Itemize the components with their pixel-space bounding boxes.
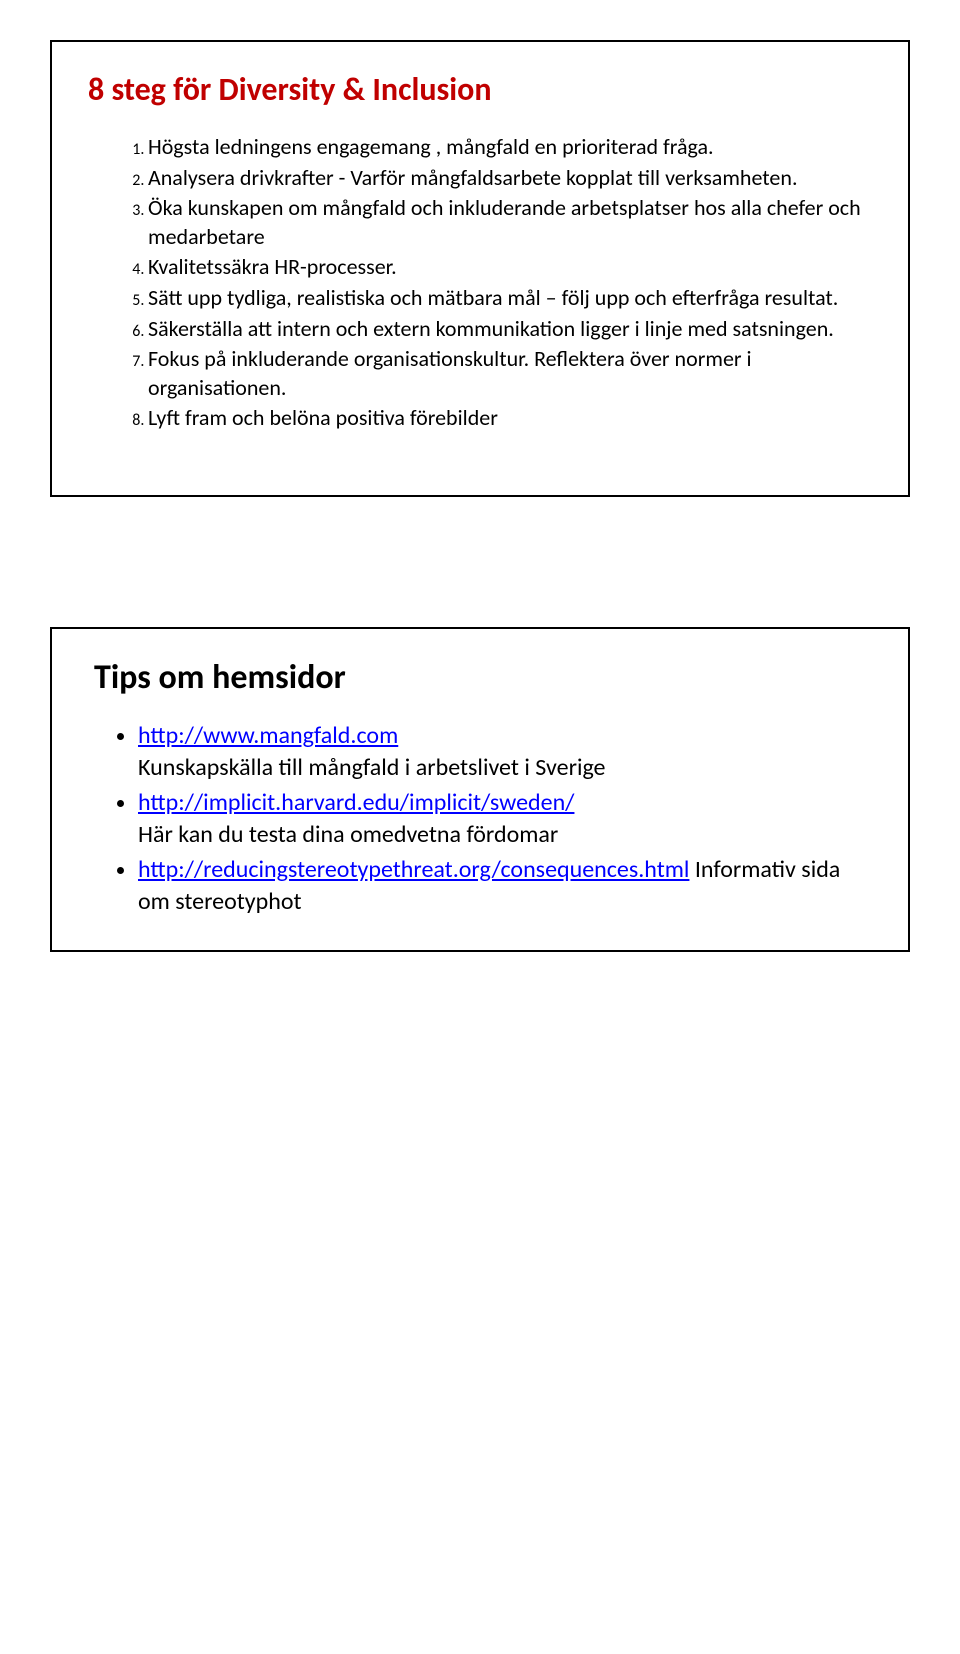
list-item-text: Sätt upp tydliga, realistiska och mätbar… [148,284,838,311]
list-item: http://implicit.harvard.edu/implicit/swe… [138,787,872,852]
list-item: http://reducingstereotypethreat.org/cons… [138,854,872,919]
list-item: Analysera drivkrafter - Varför mångfalds… [148,164,872,193]
list-item: Kvalitetssäkra HR-processer. [148,253,872,282]
slide-1-list: Högsta ledningens engagemang , mångfald … [88,133,872,433]
list-item: Högsta ledningens engagemang , mångfald … [148,133,872,162]
link-mangfald[interactable]: http://www.mangfald.com [138,721,398,750]
list-item-text: Analysera drivkrafter - Varför mångfalds… [148,164,798,191]
slide-1-title: 8 steg för Diversity & Inclusion [88,70,872,109]
list-item-text: Säkerställa att intern och extern kommun… [148,315,834,342]
link-url-text: http://reducingstereotypethreat.org/cons… [138,855,689,884]
slide-1-frame: 8 steg för Diversity & Inclusion Högsta … [50,40,910,497]
list-item: Säkerställa att intern och extern kommun… [148,315,872,344]
link-description: Här kan du testa dina omedvetna fördomar [138,820,558,849]
slide-2-list: http://www.mangfald.com Kunskapskälla ti… [88,720,872,918]
link-implicit-harvard[interactable]: http://implicit.harvard.edu/implicit/swe… [138,788,574,817]
link-reducing-stereotype-threat[interactable]: http://reducingstereotypethreat.org/cons… [138,855,689,884]
list-item: Sätt upp tydliga, realistiska och mätbar… [148,284,872,313]
list-item-text: Fokus på inkluderande organisationskultu… [148,345,752,401]
list-item-text: Kvalitetssäkra HR-processer. [148,253,397,280]
list-item: Öka kunskapen om mångfald och inkluderan… [148,194,872,251]
list-item: Lyft fram och belöna positiva förebilder [148,404,872,433]
slide-2-title: Tips om hemsidor [94,657,872,698]
link-description: Kunskapskälla till mångfald i arbetslive… [138,753,605,782]
list-item-text: Lyft fram och belöna positiva förebilder [148,404,498,431]
list-item-text: Högsta ledningens engagemang , mångfald … [148,133,714,160]
list-item-text: Öka kunskapen om mångfald och inkluderan… [148,194,861,250]
slide-2-frame: Tips om hemsidor http://www.mangfald.com… [50,627,910,952]
list-item: http://www.mangfald.com Kunskapskälla ti… [138,720,872,785]
list-item: Fokus på inkluderande organisationskultu… [148,345,872,402]
